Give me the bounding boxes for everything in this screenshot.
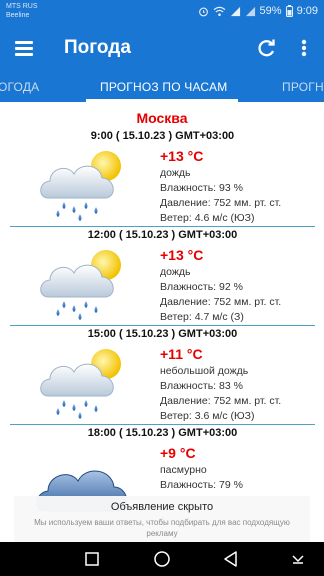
more-vert-icon[interactable] (294, 36, 314, 60)
tab-weather[interactable]: ОГОДА (0, 80, 39, 94)
forecast-humidity: Влажность: 83 % (160, 380, 243, 392)
divider (10, 424, 315, 425)
forecast-temperature: +9 °C (160, 445, 196, 461)
home-circle-icon[interactable] (152, 549, 172, 569)
divider (10, 325, 315, 326)
forecast-pressure: Давление: 752 мм. рт. ст. (160, 197, 282, 209)
carrier-info: MTS RUS Beeline (6, 2, 38, 20)
ad-title: Объявление скрыто (110, 501, 214, 513)
app-title: Погода (64, 37, 131, 58)
forecast-time: 12:00 ( 15.10.23 ) GMT+03:00 (87, 229, 238, 241)
status-icons: 59% 9:09 (198, 5, 318, 17)
forecast-temperature: +13 °C (160, 148, 204, 164)
app-bar: Погода (0, 24, 324, 72)
battery-icon (285, 5, 293, 17)
carrier-name-1: MTS RUS (6, 3, 38, 10)
forecast-pressure: Давление: 752 мм. рт. ст. (160, 395, 282, 407)
forecast-wind: Ветер: 4.6 м/с (ЮЗ) (160, 212, 255, 224)
tab-forecast[interactable]: ПРОГН (282, 80, 324, 94)
signal-icon-1 (230, 6, 240, 16)
signal-icon-2 (245, 6, 255, 16)
ad-hidden-banner[interactable]: Объявление скрыто Мы используем ваши отв… (14, 496, 310, 544)
forecast-list[interactable]: Москва 9:00 ( 15.10.23 ) GMT+03:00 +13 °… (0, 102, 324, 542)
recents-square-icon[interactable] (82, 549, 102, 569)
forecast-time: 15:00 ( 15.10.23 ) GMT+03:00 (87, 328, 238, 340)
alarm-icon (198, 7, 208, 16)
battery-percent: 59% (259, 5, 282, 17)
forecast-entry[interactable]: 9:00 ( 15.10.23 ) GMT+03:00 +13 °C дождь… (10, 130, 315, 226)
forecast-condition: дождь (160, 266, 191, 278)
forecast-pressure: Давление: 752 мм. рт. ст. (160, 296, 282, 308)
navigation-bar (0, 542, 324, 576)
forecast-condition: пасмурно (160, 464, 207, 476)
forecast-temperature: +11 °C (160, 346, 203, 362)
refresh-icon[interactable] (254, 36, 278, 60)
ad-text: Мы используем ваши ответы, чтобы подбира… (34, 518, 290, 538)
forecast-condition: небольшой дождь (160, 365, 249, 377)
hamburger-icon[interactable] (12, 36, 36, 60)
forecast-temperature: +13 °C (160, 247, 204, 263)
city-name: Москва (136, 110, 188, 126)
sun-cloud-rain-icon (34, 342, 134, 422)
forecast-wind: Ветер: 4.7 м/с (З) (160, 311, 244, 323)
notifications-down-icon[interactable] (288, 549, 308, 569)
carrier-name-2: Beeline (6, 12, 30, 19)
forecast-humidity: Влажность: 79 % (160, 479, 243, 491)
forecast-condition: дождь (160, 167, 191, 179)
forecast-time: 18:00 ( 15.10.23 ) GMT+03:00 (87, 427, 238, 439)
clock: 9:09 (296, 5, 318, 17)
forecast-time: 9:00 ( 15.10.23 ) GMT+03:00 (90, 130, 235, 142)
forecast-wind: Ветер: 3.6 м/с (ЮЗ) (160, 410, 255, 422)
divider (10, 226, 315, 227)
back-triangle-icon[interactable] (221, 549, 241, 569)
status-bar: MTS RUS Beeline 59% 9:09 (0, 0, 324, 24)
tab-bar: ОГОДА ПРОГНОЗ ПО ЧАСАМ ПРОГН (0, 72, 324, 102)
forecast-humidity: Влажность: 93 % (160, 182, 243, 194)
forecast-entry[interactable]: 15:00 ( 15.10.23 ) GMT+03:00 +11 °C небо… (10, 328, 315, 424)
sun-cloud-rain-icon (34, 243, 134, 323)
forecast-entry[interactable]: 12:00 ( 15.10.23 ) GMT+03:00 +13 °C дожд… (10, 229, 315, 325)
sun-cloud-rain-icon (34, 144, 134, 224)
wifi-icon (213, 6, 225, 16)
forecast-humidity: Влажность: 92 % (160, 281, 243, 293)
tab-hourly-forecast[interactable]: ПРОГНОЗ ПО ЧАСАМ (100, 80, 227, 94)
